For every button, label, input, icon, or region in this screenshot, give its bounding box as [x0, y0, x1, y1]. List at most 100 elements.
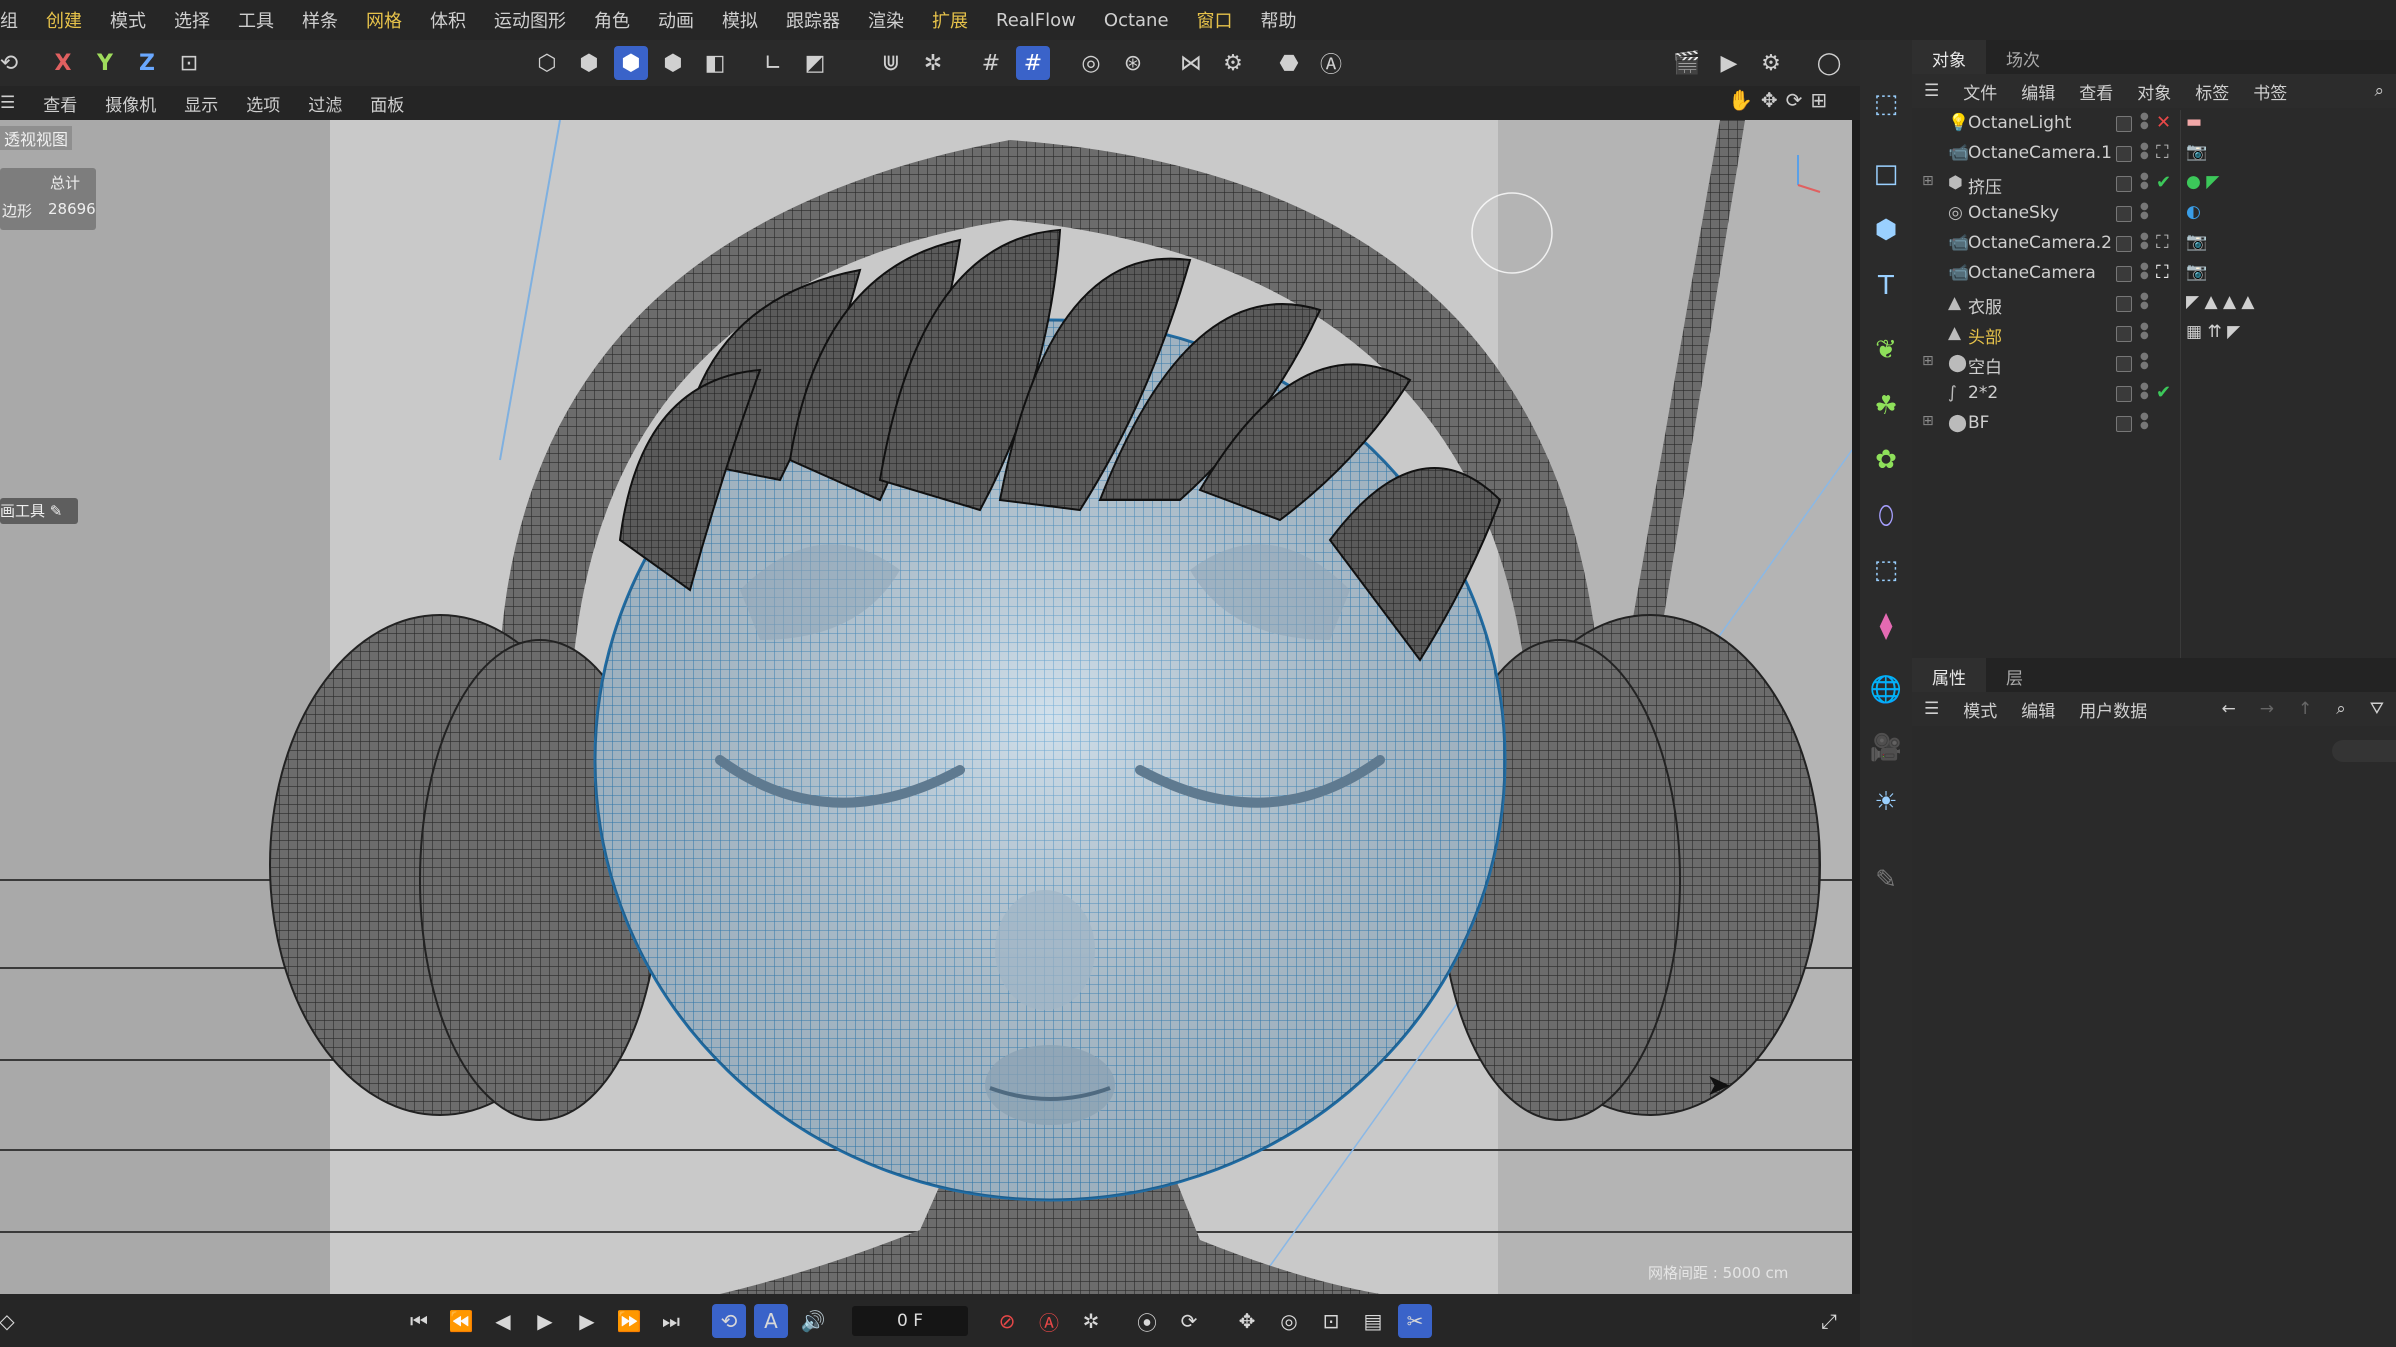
- menu-bookmarks[interactable]: 书签: [2241, 79, 2299, 104]
- menu-item-18[interactable]: 帮助: [1247, 7, 1311, 33]
- status-icon[interactable]: ✕: [2156, 112, 2171, 133]
- object-name[interactable]: OctaneCamera: [1968, 263, 2096, 283]
- visibility-dots[interactable]: ● ●: [2140, 202, 2149, 221]
- edges-mode-icon[interactable]: ⬢: [572, 46, 606, 80]
- object-name[interactable]: 2*2: [1968, 383, 1998, 403]
- object-row[interactable]: 📹 OctaneCamera.2 ● ● ⛶ 📷: [1912, 230, 2396, 260]
- object-tags[interactable]: 📷: [2186, 142, 2207, 162]
- menu-edit[interactable]: 编辑: [2009, 697, 2067, 722]
- timeline-expand-icon[interactable]: ⤢: [1812, 1304, 1846, 1338]
- status-icon[interactable]: ⛶: [2156, 142, 2169, 163]
- layer-checkbox[interactable]: [2116, 206, 2132, 222]
- menu-item-14[interactable]: 扩展: [918, 7, 982, 33]
- loop-icon[interactable]: ⟲: [712, 1304, 746, 1338]
- menu-view[interactable]: 查看: [2067, 79, 2125, 104]
- visibility-dots[interactable]: ● ●: [2140, 292, 2149, 311]
- grid-snap-icon[interactable]: #: [974, 46, 1008, 80]
- camera-icon[interactable]: 🎥: [1868, 730, 1904, 766]
- tab-objects[interactable]: 对象: [1912, 40, 1986, 74]
- object-row[interactable]: ⊞ ⬤ 空白 ● ●: [1912, 350, 2396, 380]
- go-to-start-icon[interactable]: ⏮: [402, 1304, 436, 1338]
- visibility-dots[interactable]: ● ●: [2140, 382, 2149, 401]
- soft-selection-icon[interactable]: ◎: [1074, 46, 1108, 80]
- texture-mode-icon[interactable]: ◧: [698, 46, 732, 80]
- search-icon[interactable]: ⌕: [2362, 81, 2396, 101]
- key-rotate-icon[interactable]: ◎: [1272, 1304, 1306, 1338]
- mograph-cloner-icon[interactable]: ☘: [1868, 388, 1904, 424]
- object-row[interactable]: ⊞ ⬤ BF ● ●: [1912, 410, 2396, 440]
- object-tags[interactable]: ▬: [2186, 112, 2202, 132]
- attribute-scroll-handle[interactable]: [2332, 740, 2396, 762]
- menu-item-0[interactable]: 组: [0, 7, 32, 33]
- menu-item-13[interactable]: 渲染: [854, 7, 918, 33]
- tab-takes[interactable]: 场次: [1986, 40, 2060, 74]
- layer-checkbox[interactable]: [2116, 386, 2132, 402]
- environment-icon[interactable]: 🌐: [1868, 672, 1904, 708]
- back-arrow-icon[interactable]: ←: [2209, 699, 2247, 719]
- object-name[interactable]: 头部: [1968, 323, 2002, 348]
- box-icon[interactable]: ⬢: [1868, 212, 1904, 248]
- expand-icon[interactable]: ⊞: [1922, 173, 1934, 189]
- playback-rate-icon[interactable]: A: [754, 1304, 788, 1338]
- layer-checkbox[interactable]: [2116, 326, 2132, 342]
- x-axis-lock-button[interactable]: X: [46, 46, 80, 80]
- visibility-dots[interactable]: ● ●: [2140, 322, 2149, 341]
- next-frame-icon[interactable]: ▶: [570, 1304, 604, 1338]
- status-icon[interactable]: ⛶: [2156, 262, 2169, 283]
- axis-mode-icon[interactable]: ∟: [756, 46, 790, 80]
- visibility-dots[interactable]: ● ●: [2140, 232, 2149, 251]
- object-name[interactable]: OctaneCamera.1: [1968, 143, 2112, 163]
- object-tags[interactable]: 📷: [2186, 262, 2207, 282]
- auto-key-icon[interactable]: Ⓐ: [1032, 1304, 1066, 1338]
- deformer-icon[interactable]: ✿: [1868, 442, 1904, 478]
- layer-checkbox[interactable]: [2116, 176, 2132, 192]
- key-pla-icon[interactable]: ✂: [1398, 1304, 1432, 1338]
- visibility-dots[interactable]: ● ●: [2140, 142, 2149, 161]
- viewport-nav-icons[interactable]: ✋✥⟳⊞: [1728, 88, 1835, 112]
- viewport-menu-item-1[interactable]: 摄像机: [91, 91, 170, 116]
- tab-attributes[interactable]: 属性: [1912, 658, 1986, 692]
- visibility-dots[interactable]: ● ●: [2140, 352, 2149, 371]
- layer-checkbox[interactable]: [2116, 116, 2132, 132]
- key-param-icon[interactable]: ▤: [1356, 1304, 1390, 1338]
- render-picture-viewer-icon[interactable]: ▶: [1712, 46, 1746, 80]
- play-icon[interactable]: ▶: [528, 1304, 562, 1338]
- next-key-icon[interactable]: ⏩: [612, 1304, 646, 1338]
- layer-checkbox[interactable]: [2116, 146, 2132, 162]
- object-tags[interactable]: ◐: [2186, 202, 2201, 222]
- object-tags[interactable]: ● ◤: [2186, 172, 2219, 192]
- symmetry-icon[interactable]: ⋈: [1174, 46, 1208, 80]
- menu-file[interactable]: 文件: [1951, 79, 2009, 104]
- previous-frame-icon[interactable]: ◀: [486, 1304, 520, 1338]
- go-to-end-icon[interactable]: ⏭: [654, 1304, 688, 1338]
- object-name[interactable]: 挤压: [1968, 173, 2002, 198]
- menu-item-12[interactable]: 跟踪器: [772, 7, 854, 33]
- menu-object[interactable]: 对象: [2125, 79, 2183, 104]
- modeling-settings-icon[interactable]: ⊛: [1116, 46, 1150, 80]
- coordinate-system-icon[interactable]: ⊡: [172, 46, 206, 80]
- object-name[interactable]: 空白: [1968, 353, 2002, 378]
- keyframe-diamond-icon[interactable]: ◇: [0, 1304, 24, 1338]
- previous-key-icon[interactable]: ⏪: [444, 1304, 478, 1338]
- object-row[interactable]: 📹 OctaneCamera ● ● ⛶ 📷: [1912, 260, 2396, 290]
- menu-item-6[interactable]: 网格: [352, 7, 416, 33]
- snap-magnet-icon[interactable]: ⋓: [874, 46, 908, 80]
- layer-checkbox[interactable]: [2116, 416, 2132, 432]
- text-spline-icon[interactable]: T: [1868, 268, 1904, 304]
- polygons-mode-icon[interactable]: ⬢: [614, 46, 648, 80]
- current-frame-field[interactable]: 0 F: [852, 1306, 968, 1336]
- object-tags[interactable]: ▦ ⇈ ◤: [2186, 322, 2240, 342]
- octane-live-viewer-icon[interactable]: ◯: [1812, 46, 1846, 80]
- hamburger-icon[interactable]: ☰: [1912, 699, 1951, 719]
- menu-tags[interactable]: 标签: [2183, 79, 2241, 104]
- camera-tool-icon[interactable]: ⧫: [1868, 608, 1904, 644]
- key-move-icon[interactable]: ✥: [1230, 1304, 1264, 1338]
- viewport-menu-icon[interactable]: ☰: [0, 93, 29, 113]
- generator-icon[interactable]: ❦: [1868, 332, 1904, 368]
- layer-checkbox[interactable]: [2116, 266, 2132, 282]
- points-mode-icon[interactable]: ⬡: [530, 46, 564, 80]
- key-position-icon[interactable]: ⦿: [1130, 1304, 1164, 1338]
- render-view-icon[interactable]: 🎬: [1670, 46, 1704, 80]
- object-name[interactable]: OctaneLight: [1968, 113, 2071, 133]
- light-icon[interactable]: ☀: [1868, 784, 1904, 820]
